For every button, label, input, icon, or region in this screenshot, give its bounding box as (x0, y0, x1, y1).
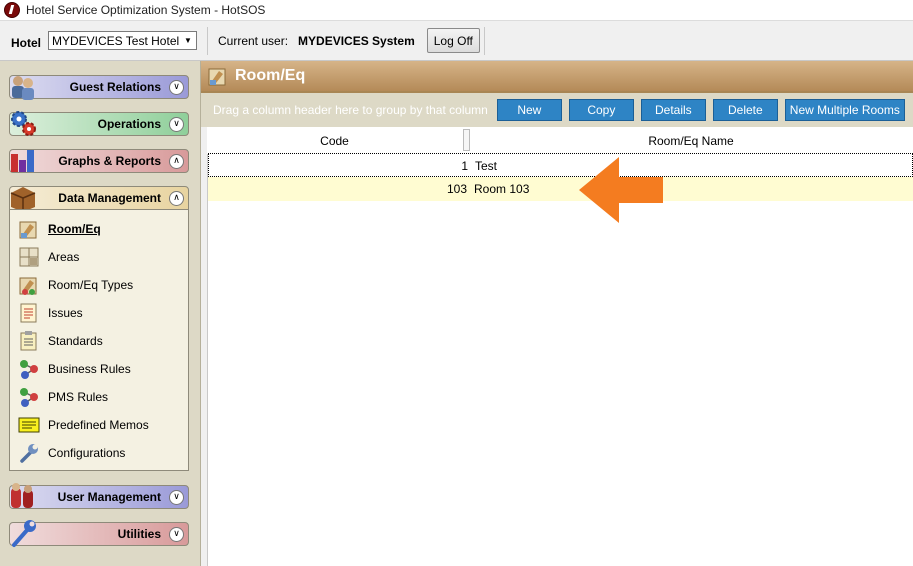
app-logo-icon (4, 2, 20, 18)
new-multiple-rooms-button[interactable]: New Multiple Rooms (784, 99, 905, 121)
sidebar-group-operations[interactable]: Operations ∨ (9, 111, 189, 136)
sidebar-item-label: Business Rules (48, 362, 131, 376)
sidebar-item-label: PMS Rules (48, 390, 109, 404)
sidebar: Guest Relations ∨ Operations ∨ Graphs & … (0, 61, 201, 566)
sidebar-item-label: Room/Eq (48, 222, 101, 236)
sidebar-item-business-rules[interactable]: Business Rules (18, 357, 131, 381)
delete-button[interactable]: Delete (712, 99, 778, 121)
main-panel: Room/Eq Drag a column header here to gro… (201, 61, 913, 566)
chevron-down-icon[interactable]: ∨ (169, 116, 184, 132)
cell-name: Room 103 (474, 182, 530, 196)
sidebar-item-label: Areas (48, 250, 80, 264)
sidebar-item-pms-rules[interactable]: PMS Rules (18, 385, 108, 409)
sidebar-group-utilities[interactable]: Utilities ∨ (9, 520, 189, 547)
table-row[interactable]: 1 Test (208, 153, 913, 177)
column-header-room-eq-name[interactable]: Room/Eq Name (469, 127, 913, 154)
sidebar-item-configurations[interactable]: Configurations (18, 441, 125, 465)
title-bar: Hotel Service Optimization System - HotS… (0, 0, 913, 21)
chevron-down-icon[interactable]: ∨ (169, 79, 184, 95)
room-eq-icon (208, 68, 226, 86)
hotel-label: Hotel (11, 35, 41, 50)
sidebar-group-user-management[interactable]: User Management ∨ (9, 483, 189, 509)
sidebar-item-label: Predefined Memos (48, 418, 149, 432)
bar-graph-icon (11, 150, 34, 172)
cell-code: 1 (461, 159, 468, 173)
current-user-label: Current user: (218, 33, 289, 48)
copy-button[interactable]: Copy (568, 99, 634, 121)
hotel-select[interactable]: MYDEVICES Test Hotel ▼ (48, 31, 197, 50)
chevron-up-icon[interactable]: ∧ (169, 153, 184, 169)
issues-icon (18, 302, 40, 324)
sidebar-group-label: Utilities (117, 527, 161, 541)
cell-name: Test (475, 159, 498, 173)
current-user-name: MYDEVICES System (298, 33, 415, 48)
sidebar-group-label: Graphs & Reports (58, 154, 161, 168)
row-selector-column (201, 127, 208, 566)
sidebar-group-label: Guest Relations (69, 80, 161, 94)
annotation-arrow-icon (579, 157, 663, 223)
business-rules-icon (18, 358, 40, 380)
new-button[interactable]: New (496, 99, 562, 121)
sidebar-item-issues[interactable]: Issues (18, 301, 83, 325)
log-off-button[interactable]: Log Off (426, 28, 480, 53)
pms-rules-icon (18, 386, 40, 408)
wrench-icon (12, 520, 36, 547)
chevron-up-icon[interactable]: ∧ (169, 190, 184, 206)
guest-relations-icon (12, 76, 34, 100)
sidebar-group-label: Operations (97, 117, 161, 131)
sidebar-item-room-eq[interactable]: Room/Eq (18, 217, 101, 241)
standards-icon (18, 330, 40, 352)
user-management-icon (11, 483, 33, 508)
group-by-hint: Drag a column header here to group by th… (213, 103, 488, 117)
sidebar-group-data-management[interactable]: Data Management ∧ (9, 186, 189, 212)
hotel-select-value: MYDEVICES Test Hotel (52, 33, 180, 48)
dropdown-arrow-icon[interactable]: ▼ (180, 32, 196, 49)
grid-header: Code Room/Eq Name (207, 127, 913, 155)
sidebar-group-label: Data Management (58, 191, 161, 205)
predefined-memos-icon (18, 414, 40, 436)
gears-icon (11, 111, 36, 136)
sidebar-item-areas[interactable]: Areas (18, 245, 79, 269)
sidebar-item-room-eq-types[interactable]: Room/Eq Types (18, 273, 133, 297)
window-title: Hotel Service Optimization System - HotS… (26, 3, 266, 17)
toolbar-separator (483, 26, 485, 55)
sidebar-item-standards[interactable]: Standards (18, 329, 103, 353)
sidebar-item-label: Room/Eq Types (48, 278, 134, 292)
sidebar-group-graphs-reports[interactable]: Graphs & Reports ∧ (9, 149, 189, 173)
room-eq-types-icon (18, 274, 40, 296)
cell-code: 103 (446, 182, 467, 196)
top-toolbar: Hotel MYDEVICES Test Hotel ▼ Current use… (0, 21, 913, 61)
column-header-code[interactable]: Code (207, 127, 462, 154)
chevron-down-icon[interactable]: ∨ (169, 526, 184, 542)
wrench-icon (18, 442, 40, 464)
sidebar-item-label: Standards (48, 334, 103, 348)
sidebar-group-guest-relations[interactable]: Guest Relations ∨ (9, 75, 189, 100)
room-eq-icon (18, 218, 40, 240)
page-title: Room/Eq (235, 67, 306, 84)
sidebar-item-predefined-memos[interactable]: Predefined Memos (18, 413, 149, 437)
toolbar-separator (207, 26, 208, 55)
chevron-down-icon[interactable]: ∨ (169, 489, 184, 505)
table-row[interactable]: 103 Room 103 (208, 177, 913, 201)
sidebar-group-label: User Management (57, 490, 161, 504)
details-button[interactable]: Details (640, 99, 706, 121)
main-header: Room/Eq (201, 61, 913, 91)
data-management-panel: Room/Eq Areas Room/Eq Types Issues Stand… (9, 209, 189, 471)
group-by-panel[interactable]: Drag a column header here to group by th… (201, 91, 913, 127)
sidebar-item-label: Configurations (48, 446, 126, 460)
areas-icon (18, 246, 40, 268)
sidebar-item-label: Issues (48, 306, 83, 320)
